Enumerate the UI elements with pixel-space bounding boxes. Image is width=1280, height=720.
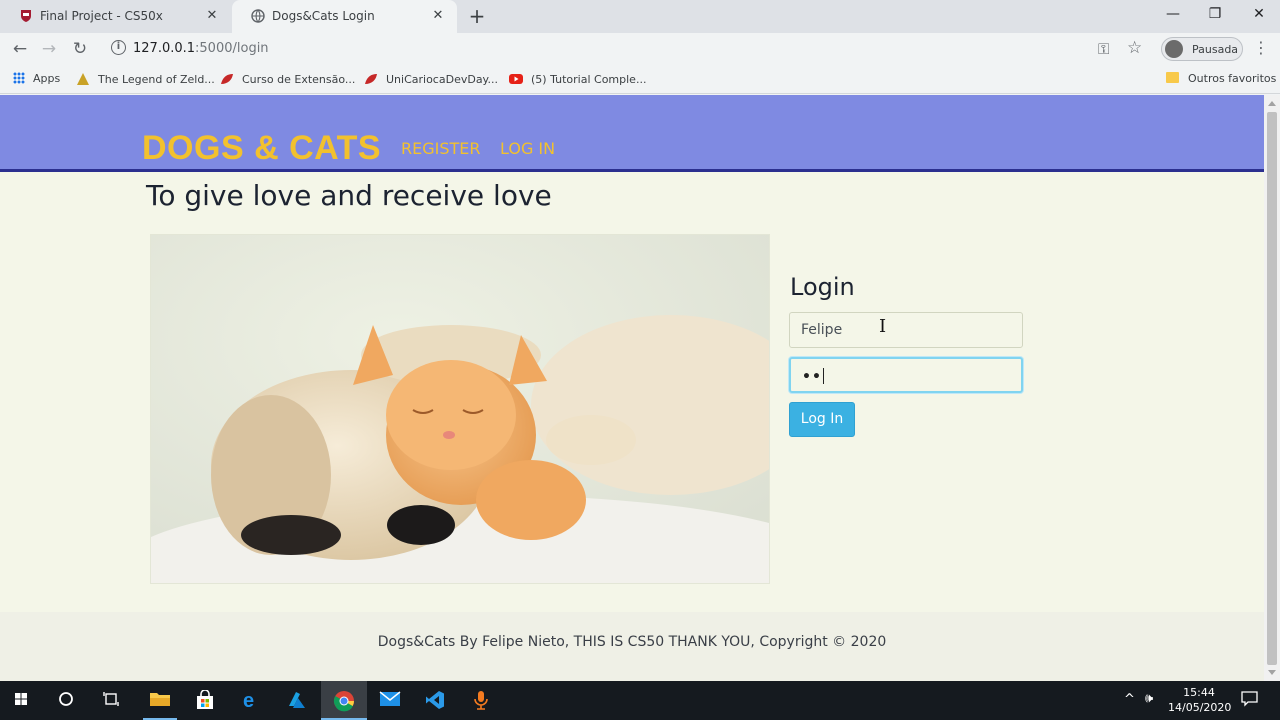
bookmark-label: Apps — [33, 72, 61, 85]
scroll-down-arrow-icon[interactable] — [1268, 670, 1276, 675]
tray-chevron-up-icon[interactable]: ^ — [1124, 692, 1135, 720]
tab-final-project[interactable]: Final Project - CS50x ✕ — [0, 0, 231, 33]
password-input[interactable]: •• — [789, 357, 1023, 393]
reload-icon[interactable]: ↻ — [69, 38, 91, 60]
page-viewport: DOGS & CATS REGISTER LOG IN To give love… — [0, 95, 1264, 681]
forward-arrow-icon[interactable]: → — [38, 38, 60, 60]
tab-strip: Final Project - CS50x ✕ Dogs&Cats Login … — [0, 0, 1280, 33]
bookmark-label: Outros favoritos — [1188, 72, 1277, 85]
envelope-icon — [379, 691, 401, 706]
text-cursor-icon: I — [879, 316, 887, 337]
close-icon[interactable]: ✕ — [203, 7, 221, 25]
microphone-icon — [474, 691, 488, 710]
action-center-icon — [1241, 691, 1258, 707]
nav-register-link[interactable]: REGISTER — [401, 139, 481, 158]
key-icon[interactable]: ⚿ — [1098, 40, 1109, 58]
footer-text: Dogs&Cats By Felipe Nieto, THIS IS CS50 … — [377, 634, 887, 650]
folder-icon — [150, 693, 170, 706]
profile-button[interactable]: Pausada — [1161, 37, 1243, 61]
url-host: 127.0.0.1 — [133, 41, 196, 56]
bookmark-zelda[interactable]: The Legend of Zeld... — [76, 72, 215, 88]
bookmark-label: Curso de Extensão... — [242, 73, 356, 86]
volume-icon[interactable]: 🕪 — [1145, 691, 1153, 720]
bookmark-youtube[interactable]: (5) Tutorial Comple... — [509, 72, 646, 88]
search-icon[interactable] — [45, 681, 91, 720]
windows-logo-icon — [15, 693, 27, 705]
windows-start-icon[interactable] — [0, 681, 46, 720]
store-icon[interactable] — [183, 681, 229, 720]
site-navbar: DOGS & CATS REGISTER LOG IN — [0, 95, 1264, 172]
red-leaf-icon — [221, 74, 233, 84]
vscode-logo-icon — [426, 691, 444, 709]
scroll-up-arrow-icon[interactable] — [1268, 101, 1276, 106]
chrome-icon — [333, 691, 355, 712]
triforce-icon — [77, 73, 89, 85]
kebab-menu-icon[interactable]: ⋮ — [1253, 38, 1269, 57]
tab-dogs-cats-login[interactable]: Dogs&Cats Login ✕ — [232, 0, 457, 33]
svg-text:e: e — [243, 690, 254, 710]
vscode-icon[interactable] — [413, 681, 459, 720]
password-mask: •• — [802, 369, 822, 385]
task-view-glyph-icon — [103, 692, 119, 706]
address-bar[interactable]: i 127.0.0.1:5000/login — [103, 34, 1153, 62]
edge-e-icon: e — [243, 690, 254, 710]
dog-and-kitten-image — [151, 235, 769, 583]
mail-icon[interactable] — [367, 681, 413, 720]
clock-date: 14/05/2020 — [1168, 701, 1232, 714]
page-tagline: To give love and receive love — [146, 179, 552, 212]
clock-time: 15:44 — [1183, 686, 1215, 699]
url-path: :5000/login — [195, 41, 269, 56]
chrome-taskbar-button[interactable] — [321, 681, 367, 720]
tab-title: Final Project - CS50x — [40, 9, 163, 23]
close-icon[interactable]: ✕ — [429, 7, 447, 25]
window-close-icon[interactable]: ✕ — [1247, 4, 1271, 24]
login-button[interactable]: Log In — [789, 402, 855, 437]
cortana-circle-icon — [59, 692, 73, 706]
profile-label: Pausada — [1192, 43, 1239, 56]
tab-title: Dogs&Cats Login — [272, 9, 375, 23]
bookmark-curso[interactable]: Curso de Extensão... — [220, 72, 355, 88]
windows-taskbar: e ^ 🕪 15:44 14/05/2020 — [0, 681, 1280, 720]
apps-grid-icon — [13, 72, 25, 84]
site-brand[interactable]: DOGS & CATS — [142, 129, 381, 168]
bookmark-label: (5) Tutorial Comple... — [531, 73, 647, 86]
minimize-icon[interactable]: — — [1161, 4, 1185, 24]
bookmark-apps[interactable]: Apps — [13, 72, 60, 88]
microphone-app-icon[interactable] — [459, 681, 505, 720]
task-view-icon[interactable] — [90, 681, 136, 720]
login-heading: Login — [790, 273, 855, 301]
new-tab-plus-icon[interactable]: + — [466, 5, 488, 27]
red-leaf-icon — [365, 74, 377, 84]
notifications-icon[interactable] — [1241, 691, 1258, 720]
restore-icon[interactable]: ❐ — [1203, 4, 1227, 24]
nav-login-link[interactable]: LOG IN — [500, 139, 555, 158]
scroll-thumb[interactable] — [1267, 112, 1277, 665]
vertical-scrollbar[interactable] — [1264, 95, 1280, 681]
shopping-bag-icon — [197, 690, 213, 709]
file-explorer-icon[interactable] — [137, 681, 183, 720]
dog-cat-photo — [150, 234, 770, 584]
username-input[interactable]: Felipe — [789, 312, 1023, 348]
edge-browser-icon[interactable]: e — [229, 681, 275, 720]
back-arrow-icon[interactable]: ← — [9, 38, 31, 60]
site-footer: Dogs&Cats By Felipe Nieto, THIS IS CS50 … — [0, 612, 1264, 681]
youtube-icon — [509, 74, 523, 84]
azure-logo-icon — [289, 692, 305, 708]
globe-icon — [251, 9, 265, 23]
text-caret — [822, 368, 824, 384]
system-clock[interactable]: 15:44 14/05/2020 — [1168, 685, 1232, 715]
bookmark-other-folder[interactable]: Outros favoritos — [1166, 72, 1276, 88]
browser-toolbar: ← → ↻ i 127.0.0.1:5000/login — [0, 33, 1280, 65]
bookmark-label: The Legend of Zeld... — [98, 73, 215, 86]
folder-icon — [1166, 72, 1179, 83]
bookmark-label: UniCariocaDevDay... — [386, 73, 498, 86]
star-icon[interactable]: ☆ — [1127, 38, 1142, 58]
azure-icon[interactable] — [275, 681, 321, 720]
bookmark-unicarioca[interactable]: UniCariocaDevDay... — [364, 72, 498, 88]
url-text: 127.0.0.1:5000/login — [133, 41, 269, 56]
harvard-shield-icon — [21, 10, 31, 22]
avatar — [1165, 40, 1183, 58]
info-icon[interactable]: i — [111, 40, 126, 55]
bookmarks-bar: Apps The Legend of Zeld... Curso de Exte… — [0, 65, 1280, 94]
